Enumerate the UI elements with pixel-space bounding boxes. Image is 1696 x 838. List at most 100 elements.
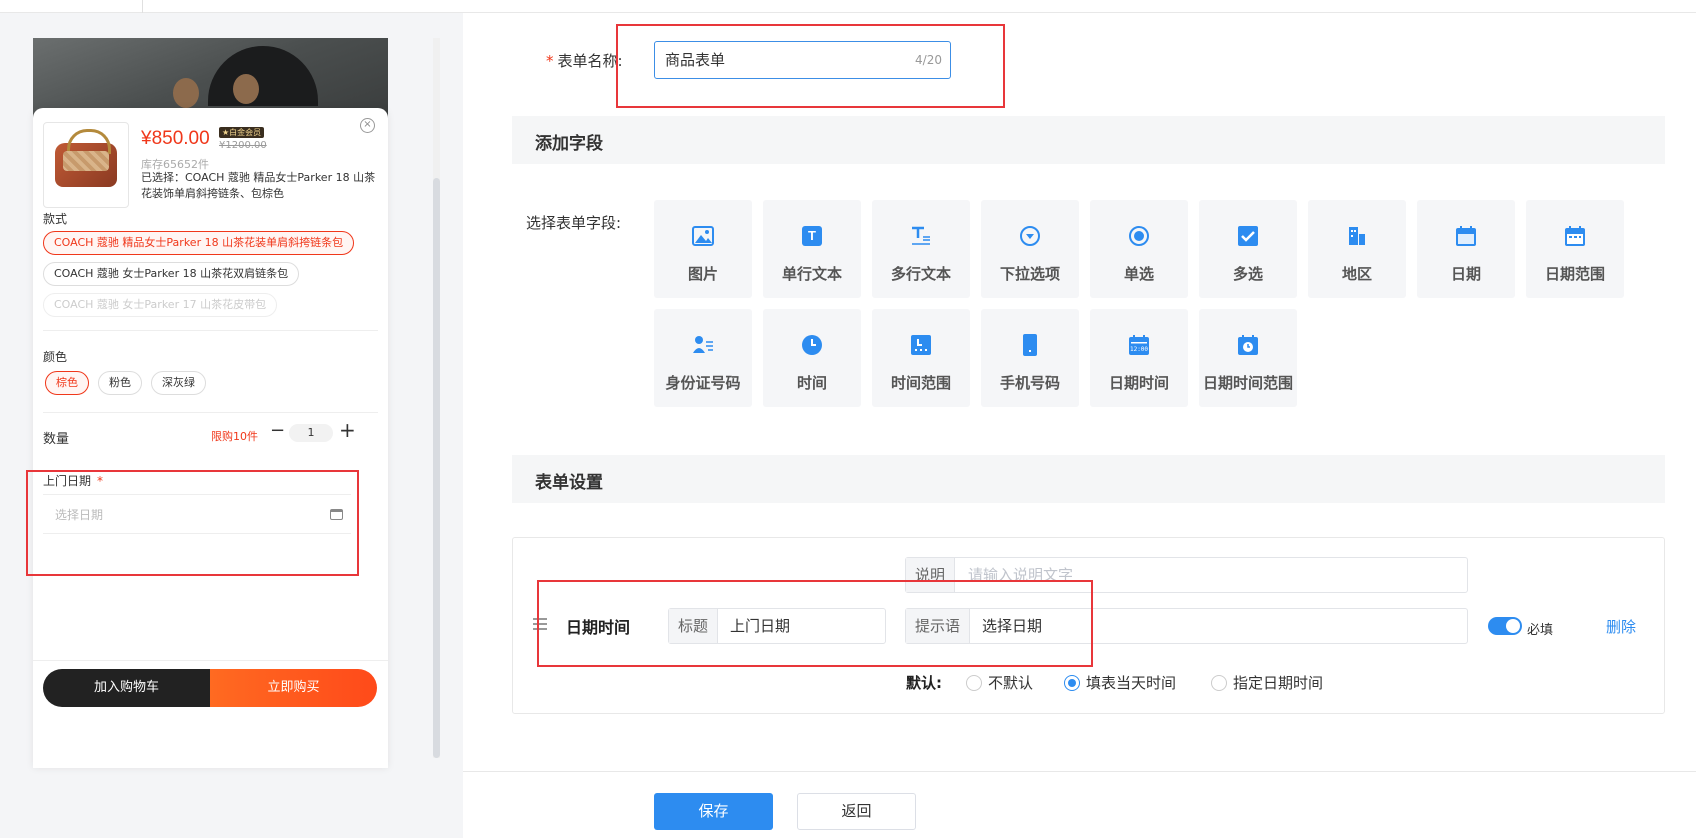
calendar-icon bbox=[1455, 225, 1477, 247]
back-button[interactable]: 返回 bbox=[797, 793, 916, 830]
divider bbox=[43, 412, 378, 413]
quantity-label: 数量 bbox=[43, 432, 70, 447]
top-bar-divider bbox=[142, 0, 143, 13]
style-option-disabled: COACH 蔻驰 女士Parker 17 山茶花皮带包 bbox=[43, 293, 278, 317]
form-name-label: * 表单名称: bbox=[546, 50, 623, 71]
field-tile-label: 日期范围 bbox=[1544, 265, 1605, 283]
add-field-section-header: 添加字段 bbox=[512, 116, 1665, 164]
radio-checked-icon bbox=[1064, 675, 1080, 691]
required-toggle[interactable] bbox=[1488, 617, 1522, 635]
color-option[interactable]: 深灰绿 bbox=[151, 371, 206, 395]
field-tile-single-line[interactable]: T 单行文本 bbox=[763, 200, 861, 298]
add-to-cart-button[interactable]: 加入购物车 bbox=[43, 669, 210, 707]
radio-label: 不默认 bbox=[988, 674, 1034, 692]
radio-icon bbox=[966, 675, 982, 691]
quantity-minus-button[interactable]: − bbox=[270, 420, 285, 441]
field-tile-label: 时间 bbox=[796, 374, 827, 392]
default-option-specified[interactable]: 指定日期时间 bbox=[1211, 672, 1323, 693]
field-tile-region[interactable]: 地区 bbox=[1308, 200, 1406, 298]
field-tile-time[interactable]: 时间 bbox=[763, 309, 861, 407]
footer-divider bbox=[463, 771, 1696, 772]
calendar-range-icon bbox=[1564, 225, 1586, 247]
image-icon bbox=[692, 225, 714, 247]
field-tile-multi-line[interactable]: 多行文本 bbox=[872, 200, 970, 298]
default-label: 默认: bbox=[906, 674, 942, 692]
handbag-image bbox=[55, 129, 117, 187]
default-option-today[interactable]: 填表当天时间 bbox=[1064, 672, 1176, 693]
form-settings-section-header: 表单设置 bbox=[512, 455, 1665, 503]
highlight-box bbox=[537, 580, 1093, 667]
field-tile-label: 时间范围 bbox=[890, 374, 951, 392]
buy-now-button[interactable]: 立即购买 bbox=[210, 669, 377, 707]
vip-badge: ★白金会员 bbox=[219, 127, 265, 138]
datetime-range-icon bbox=[1237, 334, 1259, 356]
close-icon[interactable]: × bbox=[360, 118, 375, 133]
field-tile-label: 多选 bbox=[1232, 265, 1263, 283]
field-tile-datetime[interactable]: 12:00 日期时间 bbox=[1090, 309, 1188, 407]
time-range-icon bbox=[910, 334, 932, 356]
clock-icon bbox=[801, 334, 823, 356]
field-tile-id-card[interactable]: 身份证号码 bbox=[654, 309, 752, 407]
preview-scrollbar-thumb[interactable] bbox=[433, 178, 440, 758]
field-tile-label: 日期 bbox=[1450, 265, 1481, 283]
color-option[interactable]: 粉色 bbox=[98, 371, 142, 395]
field-tile-dropdown[interactable]: 下拉选项 bbox=[981, 200, 1079, 298]
delete-field-link[interactable]: 删除 bbox=[1606, 616, 1636, 637]
umbrella-shape bbox=[208, 46, 318, 106]
field-tile-checkbox[interactable]: 多选 bbox=[1199, 200, 1297, 298]
divider bbox=[43, 330, 378, 331]
field-tile-datetime-range[interactable]: 日期时间范围 bbox=[1199, 309, 1297, 407]
quantity-value[interactable]: 1 bbox=[289, 424, 333, 442]
id-card-icon bbox=[692, 334, 714, 356]
radio-icon bbox=[1211, 675, 1227, 691]
building-icon bbox=[1346, 225, 1368, 247]
highlight-box bbox=[26, 470, 359, 576]
field-tile-image[interactable]: 图片 bbox=[654, 200, 752, 298]
style-option[interactable]: COACH 蔻驰 精品女士Parker 18 山茶花装单肩斜挎链条包 bbox=[43, 231, 355, 255]
person-shape bbox=[173, 78, 199, 108]
add-field-title: 添加字段 bbox=[535, 134, 603, 154]
field-tile-label: 日期时间 bbox=[1108, 374, 1169, 392]
color-label: 颜色 bbox=[43, 350, 68, 364]
field-tile-label: 多行文本 bbox=[890, 265, 951, 283]
svg-text:12:00: 12:00 bbox=[1130, 346, 1148, 353]
purchase-limit: 限购10件 bbox=[211, 430, 258, 443]
color-option[interactable]: 棕色 bbox=[45, 371, 89, 395]
field-tile-label: 日期时间范围 bbox=[1202, 374, 1293, 392]
phone-icon bbox=[1019, 334, 1041, 356]
field-tile-label: 手机号码 bbox=[999, 374, 1060, 392]
radio-label: 指定日期时间 bbox=[1233, 674, 1324, 692]
radio-icon bbox=[1128, 225, 1150, 247]
multiline-text-icon bbox=[910, 225, 932, 247]
field-tile-date[interactable]: 日期 bbox=[1417, 200, 1515, 298]
original-price: ¥1200.00 bbox=[219, 140, 267, 151]
quantity-plus-button[interactable]: + bbox=[339, 418, 356, 442]
field-tile-label: 下拉选项 bbox=[999, 265, 1060, 283]
field-tile-mobile[interactable]: 手机号码 bbox=[981, 309, 1079, 407]
required-label: 必填 bbox=[1527, 623, 1554, 638]
field-tile-time-range[interactable]: 时间范围 bbox=[872, 309, 970, 407]
field-tile-label: 单选 bbox=[1123, 265, 1154, 283]
field-tile-date-range[interactable]: 日期范围 bbox=[1526, 200, 1624, 298]
default-option-none[interactable]: 不默认 bbox=[966, 672, 1033, 693]
field-tile-radio[interactable]: 单选 bbox=[1090, 200, 1188, 298]
dropdown-icon bbox=[1019, 225, 1041, 247]
product-thumbnail bbox=[43, 122, 129, 208]
product-spec-sheet: ¥850.00 ★白金会员 ¥1200.00 × 库存65652件 已选择：CO… bbox=[33, 108, 388, 768]
field-tile-label: 图片 bbox=[687, 265, 718, 283]
field-tile-label: 地区 bbox=[1341, 265, 1372, 283]
save-button[interactable]: 保存 bbox=[654, 793, 773, 830]
required-star: * bbox=[546, 52, 554, 70]
select-fields-label: 选择表单字段: bbox=[526, 214, 622, 232]
person-shape bbox=[233, 74, 259, 104]
top-bar bbox=[0, 0, 1696, 13]
style-option[interactable]: COACH 蔻驰 女士Parker 18 山茶花双肩链条包 bbox=[43, 262, 300, 286]
field-tile-label: 身份证号码 bbox=[665, 374, 741, 392]
field-tile-label: 单行文本 bbox=[781, 265, 842, 283]
selected-summary: 已选择：COACH 蔻驰 精品女士Parker 18 山茶花装饰单肩斜挎链条、包… bbox=[141, 171, 376, 200]
datetime-icon: 12:00 bbox=[1128, 334, 1150, 356]
checkbox-icon bbox=[1237, 225, 1259, 247]
product-price: ¥850.00 bbox=[141, 128, 210, 149]
bottom-bar-divider bbox=[33, 660, 388, 661]
radio-label: 填表当天时间 bbox=[1086, 674, 1177, 692]
